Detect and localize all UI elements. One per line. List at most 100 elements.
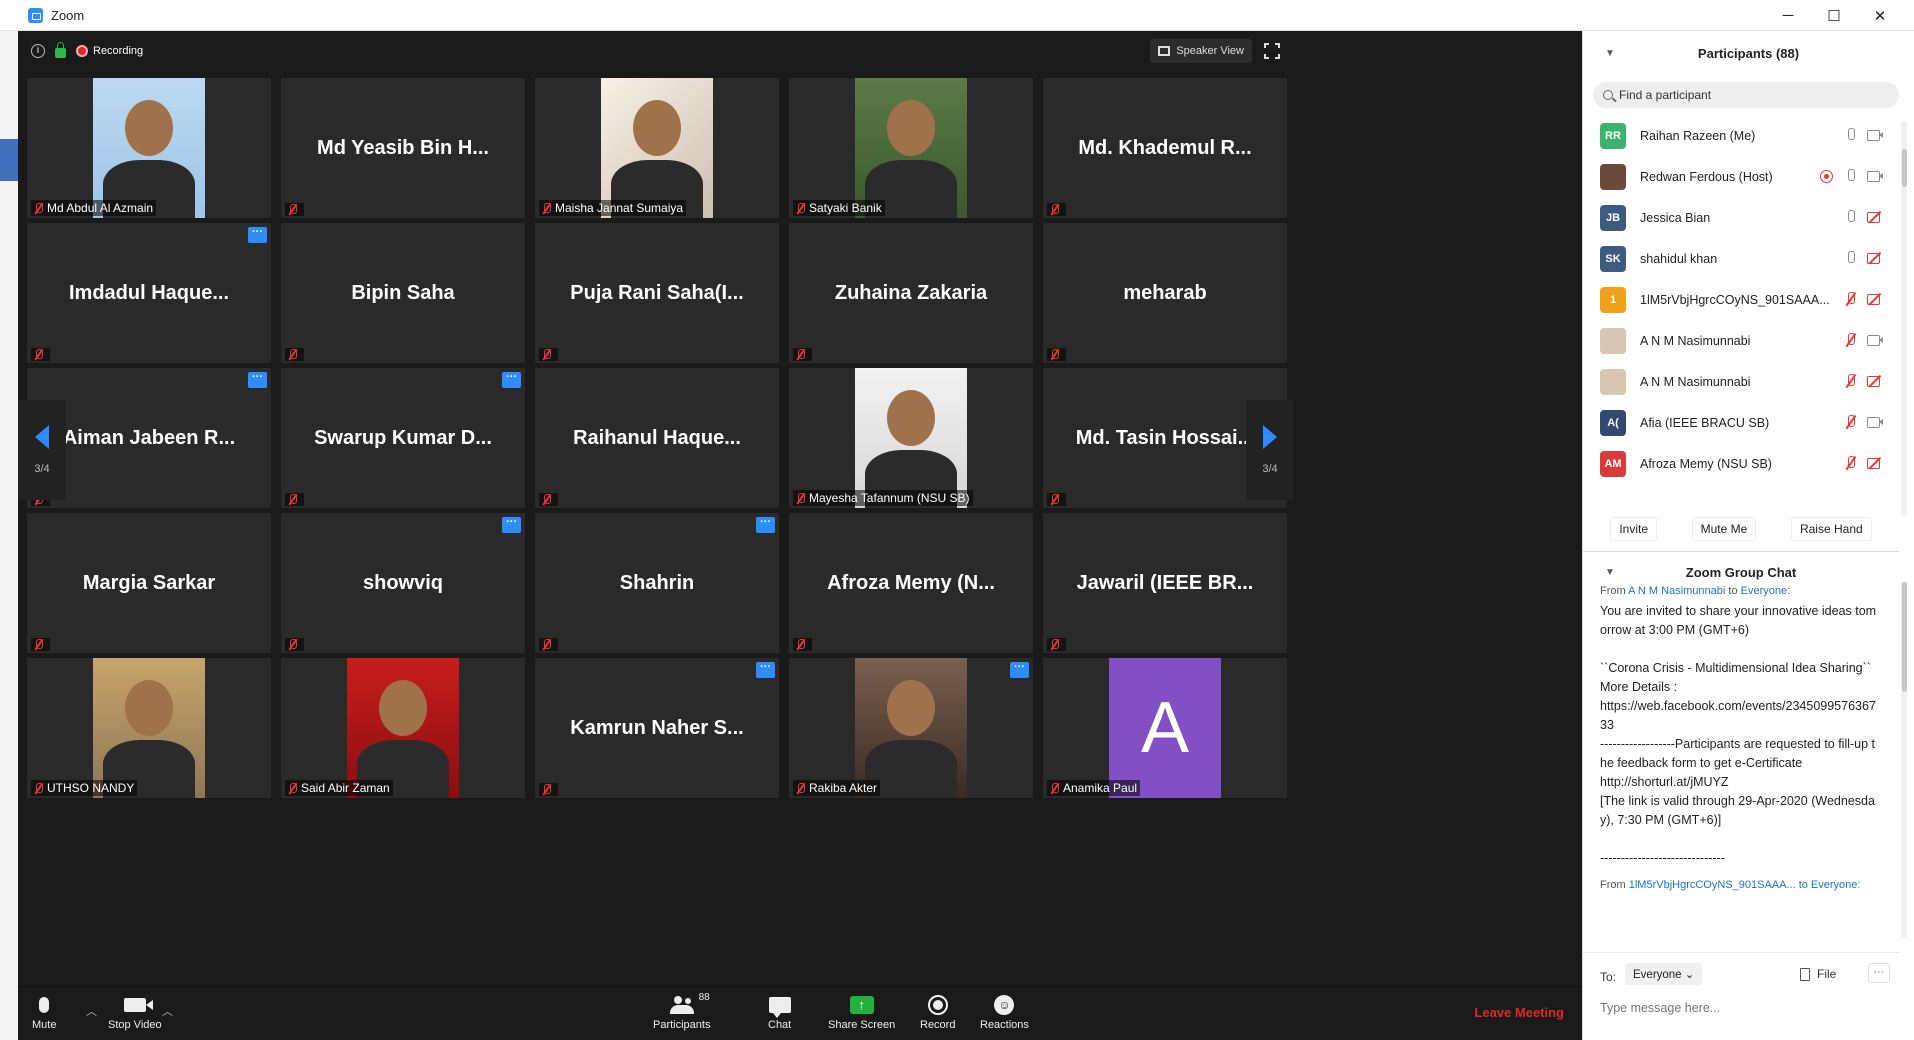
mute-button[interactable]: Mute: [32, 991, 56, 1031]
microphone-icon[interactable]: [1843, 128, 1859, 142]
video-tile[interactable]: UTHSO NANDY: [27, 658, 271, 798]
record-button[interactable]: Record: [920, 991, 955, 1031]
chat-recipient-select[interactable]: Everyone ⌄: [1625, 963, 1703, 985]
participant-scrollbar-thumb[interactable]: [1902, 149, 1907, 187]
camera-icon[interactable]: [1867, 333, 1883, 347]
camera-icon[interactable]: [1867, 169, 1883, 183]
tile-more-button[interactable]: ···: [756, 662, 775, 678]
video-tile[interactable]: Md. Khademul R...: [1043, 78, 1287, 218]
send-file-button[interactable]: File: [1800, 967, 1836, 981]
camera-off-icon[interactable]: [1867, 456, 1883, 470]
video-tile[interactable]: Imdadul Haque... ···: [27, 223, 271, 363]
video-tile[interactable]: Jawaril (IEEE BR...: [1043, 513, 1287, 653]
tile-more-button[interactable]: ···: [502, 372, 521, 388]
participant-row[interactable]: A(Afia (IEEE BRACU SB): [1583, 402, 1899, 443]
camera-icon[interactable]: [1867, 415, 1883, 429]
video-tile[interactable]: Said Abir Zaman: [281, 658, 525, 798]
participants-button[interactable]: 88 Participants: [653, 991, 710, 1031]
video-tile[interactable]: Satyaki Banik: [789, 78, 1033, 218]
video-tile[interactable]: meharab: [1043, 223, 1287, 363]
video-tile[interactable]: Zuhaina Zakaria: [789, 223, 1033, 363]
tile-more-button[interactable]: ···: [1010, 662, 1029, 678]
participant-avatar: JB: [1600, 204, 1626, 231]
lock-icon[interactable]: [55, 42, 66, 58]
maximize-button[interactable]: ☐: [1811, 0, 1857, 31]
participant-name: A N M Nasimunnabi: [1640, 374, 1751, 389]
reactions-button[interactable]: ☺ Reactions: [980, 991, 1029, 1031]
video-tile[interactable]: Afroza Memy (N...: [789, 513, 1033, 653]
tile-more-button[interactable]: ···: [248, 372, 267, 388]
camera-off-icon[interactable]: [1867, 292, 1883, 306]
fullscreen-icon[interactable]: [1263, 42, 1281, 60]
video-tile[interactable]: Raihanul Haque...: [535, 368, 779, 508]
video-tile[interactable]: Bipin Saha: [281, 223, 525, 363]
video-tile[interactable]: Md Abdul Al Azmain: [27, 78, 271, 218]
collapse-participants-chevron-icon[interactable]: ▼: [1605, 48, 1615, 59]
video-tile[interactable]: A Anamika Paul: [1043, 658, 1287, 798]
video-tile[interactable]: Kamrun Naher S... ···: [535, 658, 779, 798]
participant-row[interactable]: JB Jessica Bian: [1583, 197, 1899, 238]
mic-muted-icon: [1050, 204, 1059, 215]
chat-recipient[interactable]: Everyone:: [1741, 585, 1791, 597]
participant-search-input[interactable]: Find a participant: [1593, 82, 1899, 108]
close-button[interactable]: ✕: [1857, 0, 1903, 31]
chat-scrollbar-thumb[interactable]: [1902, 582, 1907, 692]
microphone-muted-icon[interactable]: [1843, 456, 1859, 470]
chat-button[interactable]: Chat: [768, 991, 791, 1031]
tile-more-button[interactable]: ···: [756, 517, 775, 533]
participant-row[interactable]: AM Afroza Memy (NSU SB): [1583, 443, 1899, 484]
camera-off-icon[interactable]: [1867, 374, 1883, 388]
info-icon[interactable]: i: [31, 44, 45, 58]
stop-video-button[interactable]: Stop Video: [108, 991, 162, 1031]
tile-more-button[interactable]: ···: [248, 227, 267, 243]
chat-sender[interactable]: A N M Nasimunnabi: [1628, 585, 1725, 597]
microphone-icon[interactable]: [1843, 169, 1859, 183]
participant-avatar: RR: [1600, 122, 1626, 149]
participant-scrollbar[interactable]: [1901, 121, 1907, 516]
video-tile[interactable]: Mayesha Tafannum (NSU SB): [789, 368, 1033, 508]
participant-row[interactable]: SK shahidul khan: [1583, 238, 1899, 279]
mic-muted-icon: [288, 349, 297, 360]
video-tile[interactable]: Swarup Kumar D... ···: [281, 368, 525, 508]
speaker-view-button[interactable]: Speaker View: [1150, 39, 1252, 63]
mute-me-button[interactable]: Mute Me: [1691, 517, 1757, 541]
microphone-icon[interactable]: [1843, 251, 1859, 265]
share-screen-button[interactable]: ↑ Share Screen: [828, 991, 895, 1031]
microphone-muted-icon[interactable]: [1843, 415, 1859, 429]
raise-hand-button[interactable]: Raise Hand: [1790, 517, 1872, 541]
microphone-muted-icon[interactable]: [1843, 333, 1859, 347]
chat-message-input[interactable]: [1600, 997, 1880, 1019]
participant-status-icons: [1835, 292, 1883, 306]
chat-recipient-2[interactable]: to Everyone:: [1799, 879, 1861, 891]
next-page-button[interactable]: 3/4: [1246, 400, 1294, 500]
collapse-chat-chevron-icon[interactable]: ▼: [1605, 567, 1615, 578]
participant-row[interactable]: RR Raihan Razeen (Me): [1583, 115, 1899, 156]
camera-off-icon[interactable]: [1867, 251, 1883, 265]
microphone-icon[interactable]: [1843, 210, 1859, 224]
video-tile[interactable]: showviq ···: [281, 513, 525, 653]
prev-page-button[interactable]: 3/4: [18, 400, 66, 500]
video-options-caret[interactable]: ︿: [162, 1003, 173, 1019]
chat-more-button[interactable]: ···: [1868, 963, 1890, 983]
camera-icon[interactable]: [1867, 128, 1883, 142]
video-tile[interactable]: Shahrin ···: [535, 513, 779, 653]
video-tile[interactable]: Puja Rani Saha(I...: [535, 223, 779, 363]
tile-more-button[interactable]: ···: [502, 517, 521, 533]
video-tile[interactable]: Rakiba Akter ···: [789, 658, 1033, 798]
microphone-muted-icon[interactable]: [1843, 374, 1859, 388]
leave-meeting-button[interactable]: Leave Meeting: [1474, 1005, 1564, 1020]
video-tile[interactable]: Margia Sarkar: [27, 513, 271, 653]
audio-options-caret[interactable]: ︿: [86, 1003, 97, 1019]
chat-sender-2[interactable]: 1lM5rVbjHgrcCOyNS_901SAAA...: [1629, 879, 1796, 891]
camera-off-icon[interactable]: [1867, 210, 1883, 224]
participant-row[interactable]: 1 1lM5rVbjHgrcCOyNS_901SAAA...: [1583, 279, 1899, 320]
video-tile[interactable]: Md Yeasib Bin H...: [281, 78, 525, 218]
video-tile[interactable]: Maisha Jannat Sumaiya: [535, 78, 779, 218]
participant-row[interactable]: Redwan Ferdous (Host): [1583, 156, 1899, 197]
chat-scrollbar[interactable]: [1901, 582, 1907, 937]
microphone-muted-icon[interactable]: [1843, 292, 1859, 306]
invite-button[interactable]: Invite: [1610, 517, 1657, 541]
participant-row[interactable]: A N M Nasimunnabi: [1583, 361, 1899, 402]
minimize-button[interactable]: ─: [1765, 0, 1811, 31]
participant-row[interactable]: A N M Nasimunnabi: [1583, 320, 1899, 361]
